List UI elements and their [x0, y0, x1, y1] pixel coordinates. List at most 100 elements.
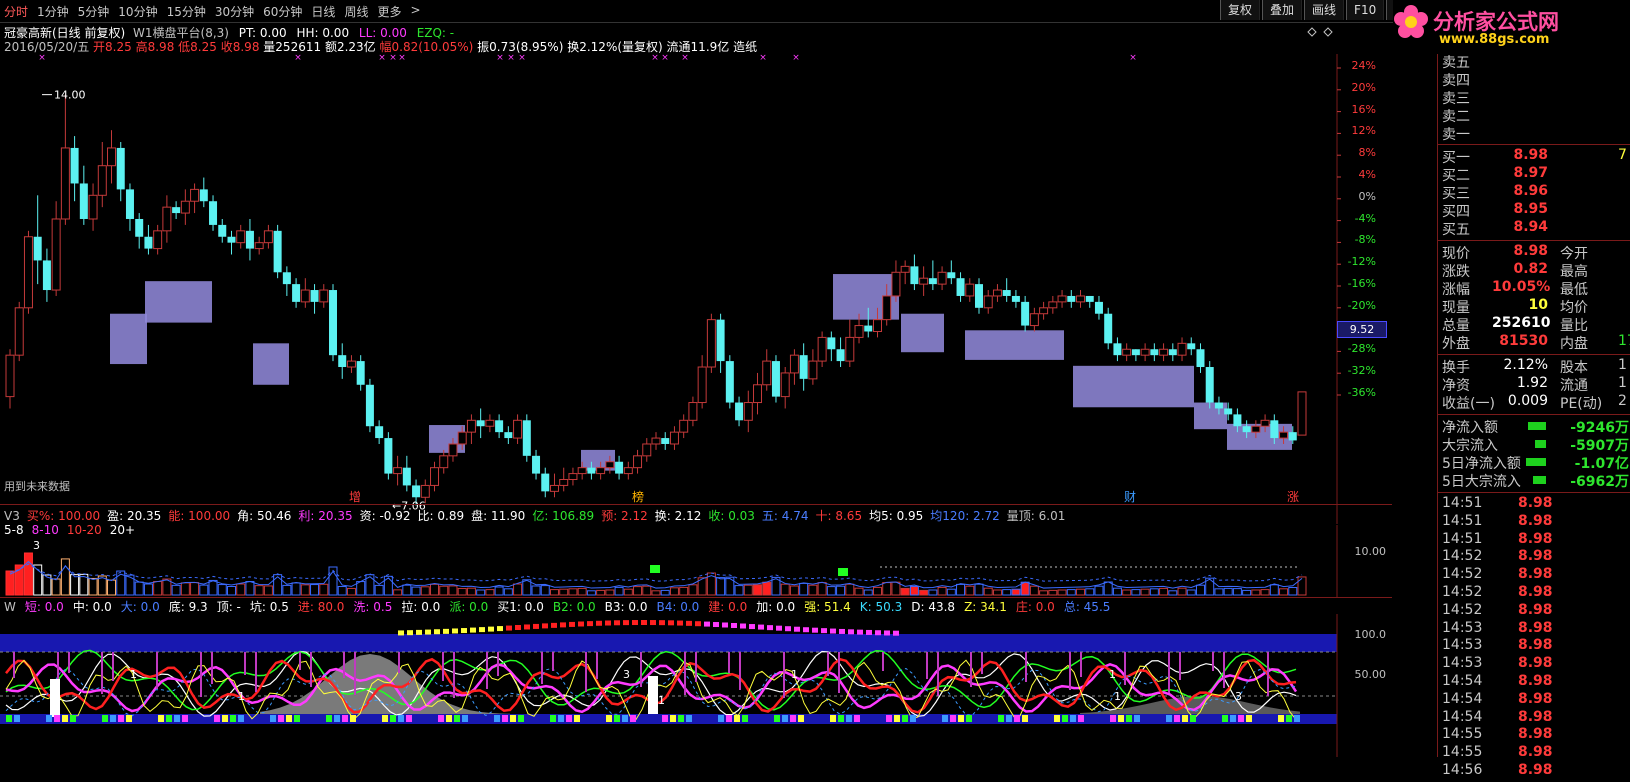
- sell-level-label: 卖一: [1442, 127, 1470, 143]
- signal-square: [749, 624, 755, 630]
- bottom-signal: [1006, 715, 1012, 722]
- volume-bar: [854, 587, 864, 596]
- period-tab[interactable]: 30分钟: [215, 3, 254, 20]
- signal-square: [884, 630, 890, 636]
- stat-label-2: 均价: [1560, 300, 1588, 316]
- candle-body: [180, 200, 190, 214]
- candle-body: [393, 467, 403, 475]
- stat-label-2: 最高: [1560, 264, 1588, 280]
- signal-square: [659, 620, 665, 626]
- volume-bar: [393, 589, 403, 596]
- bottom-signal: [782, 715, 788, 722]
- candle-body: [1002, 290, 1011, 296]
- volume-bar: [503, 588, 513, 596]
- consolidation-box: [901, 313, 944, 353]
- period-tab[interactable]: 分时: [4, 3, 28, 20]
- stat-label: 净资: [1442, 378, 1470, 394]
- volume-indicator-value: 亿: 106.89: [532, 509, 595, 523]
- chevron-right-icon[interactable]: >: [410, 3, 420, 20]
- indicator-values: W 短: 0.0 中: 0.0 大: 0.0 底: 9.3 顶: - 坑: 0.5 进: 80…: [4, 598, 1119, 615]
- period-tab[interactable]: 10分钟: [118, 3, 157, 20]
- period-tab[interactable]: 15分钟: [167, 3, 206, 20]
- candle-body: [956, 278, 965, 296]
- indicator-chart[interactable]: 100.0 50.00 1 1 3 1 1 1 1 3: [0, 614, 1392, 757]
- sell-level-label: 卖五: [1442, 55, 1470, 71]
- candle-body: [466, 419, 476, 433]
- volume-bar: [254, 585, 264, 596]
- tick-price: 8.98: [1518, 619, 1553, 636]
- quote-stat-row: 涨跌 0.82 最高: [1438, 261, 1630, 281]
- volume-bar: [642, 585, 652, 596]
- candle-body: [808, 360, 818, 380]
- volume-bar: [273, 574, 283, 596]
- flow-label: 净流入额: [1442, 420, 1498, 436]
- bottom-signal: [894, 715, 900, 722]
- tick-price: 8.98: [1518, 637, 1553, 654]
- volume-bar: [346, 587, 356, 596]
- candle-body: [33, 236, 42, 261]
- indicator-value: W: [4, 600, 16, 614]
- volume-bar: [383, 575, 393, 596]
- bottom-signal: [326, 715, 332, 722]
- candle-body: [541, 473, 550, 492]
- stat-label: 涨跌: [1442, 264, 1470, 280]
- volume-indicator-values: V3 买%: 100.00 盈: 20.35 能: 100.00 角: 50.46 利: …: [4, 507, 1072, 524]
- buy-level-row: 买四 8.95: [1438, 201, 1630, 221]
- candle-body: [762, 360, 772, 386]
- period-tab[interactable]: 更多: [377, 3, 401, 20]
- expand-icons[interactable]: [1306, 26, 1336, 38]
- bottom-signal: [454, 715, 460, 722]
- period-tab[interactable]: 周线: [344, 3, 368, 20]
- bottom-signal: [70, 715, 76, 722]
- candle-body: [1224, 408, 1233, 415]
- volume-bar: [633, 586, 643, 596]
- period-tab[interactable]: 5分钟: [78, 3, 110, 20]
- period-tab[interactable]: 60分钟: [263, 3, 302, 20]
- quote-stat-row: 总量 252610 量比: [1438, 315, 1630, 335]
- candle-body: [1021, 301, 1030, 326]
- period-tab[interactable]: 日线: [311, 3, 335, 20]
- indicator-value: 强: 51.4: [804, 600, 851, 614]
- stat-label-2: PE(动): [1560, 396, 1603, 412]
- amount-value: 额2.23亿: [324, 40, 376, 54]
- signal-square: [425, 629, 431, 635]
- volume-bar: [919, 589, 929, 596]
- stat-label-2: 流通: [1560, 378, 1588, 394]
- kline-chart[interactable]: × × × × × × × × × × × × × ×14.00←7.06用到未来数据增榜财涨: [0, 54, 1392, 524]
- volume-indicator-value: 量顶: 6.01: [1006, 509, 1066, 523]
- signal-square: [893, 630, 899, 636]
- volume-bar: [660, 589, 670, 596]
- indicator-value: 大: 0.0: [120, 600, 160, 614]
- divider: [1438, 414, 1630, 415]
- tick-time: 14:52: [1442, 584, 1483, 600]
- volume-bar: [448, 585, 458, 596]
- toolbar-button[interactable]: 画线: [1304, 0, 1345, 20]
- stat-label: 涨幅: [1442, 282, 1470, 298]
- toolbar-button[interactable]: F10: [1346, 0, 1385, 20]
- volume-chart[interactable]: 10.00 3: [0, 525, 1392, 597]
- bottom-signal: [662, 715, 668, 722]
- volume-bar: [900, 587, 910, 596]
- volume-bar: [596, 589, 606, 596]
- bottom-signal: [566, 715, 572, 722]
- volume-signal-square: [838, 568, 848, 576]
- tick-price: 8.98: [1518, 566, 1553, 583]
- candle-body: [439, 455, 449, 469]
- signal-square: [443, 628, 449, 634]
- bottom-signal: [622, 715, 628, 722]
- tick-price: 8.98: [1518, 762, 1553, 778]
- candle-body: [1029, 313, 1039, 327]
- bar-date: 2016/05/20/五: [4, 40, 90, 54]
- signal-square: [596, 620, 602, 626]
- volume-bar: [513, 583, 523, 596]
- toolbar-button[interactable]: 叠加: [1262, 0, 1303, 20]
- candle-body: [236, 230, 246, 244]
- period-tab[interactable]: 1分钟: [37, 3, 69, 20]
- signal-square: [677, 620, 683, 626]
- candle-body: [900, 265, 910, 273]
- tick-price: 8.98: [1518, 690, 1553, 707]
- toolbar-button[interactable]: 复权: [1220, 0, 1261, 20]
- bottom-signal: [382, 715, 388, 722]
- candle-body: [1177, 342, 1187, 356]
- candle-body: [1113, 343, 1122, 356]
